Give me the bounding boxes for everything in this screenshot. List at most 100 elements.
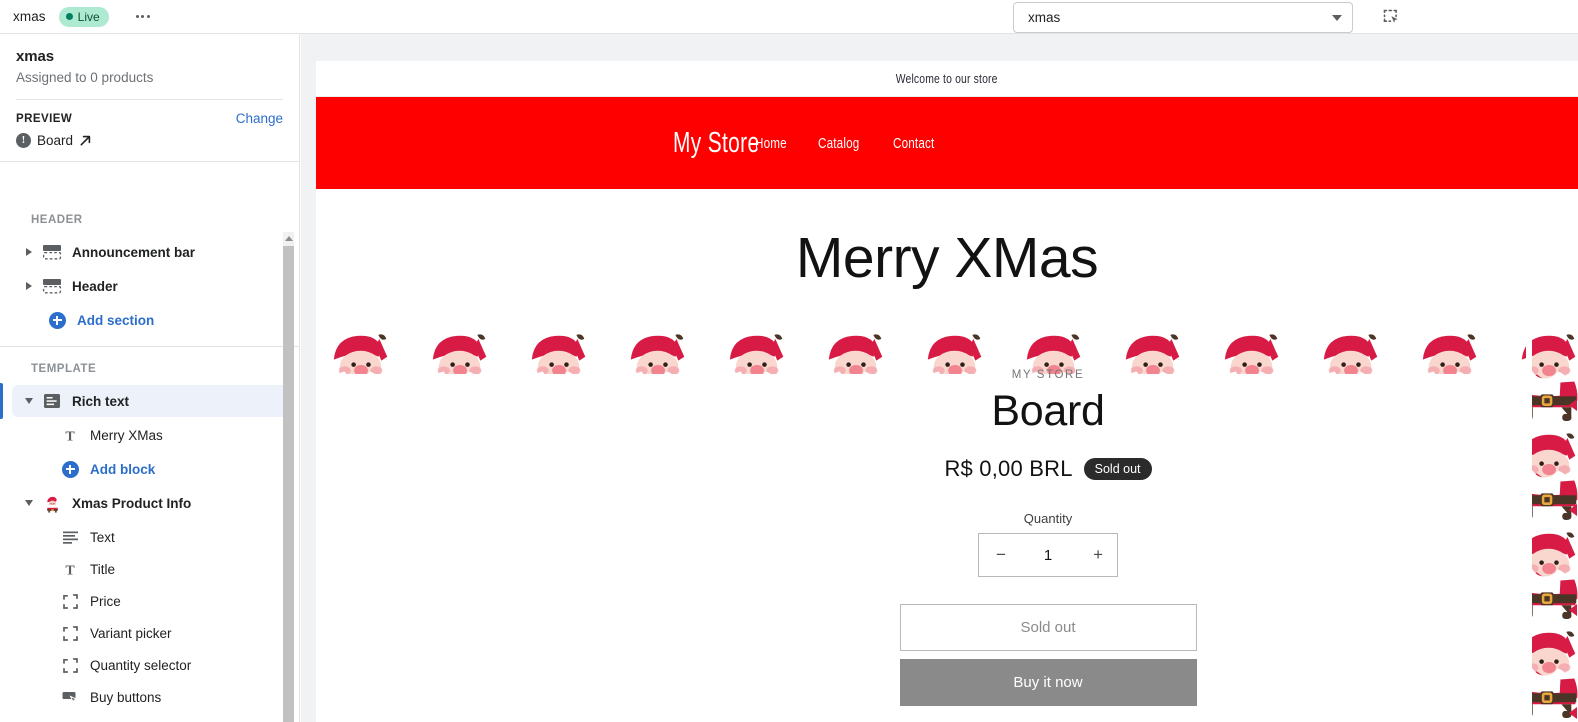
sidebar-item-header[interactable]: Header (12, 270, 288, 302)
chevron-right-icon[interactable] (22, 279, 36, 293)
add-section-button[interactable]: Add section (12, 304, 288, 336)
product-info: MY STORE Board R$ 0,00 BRL Sold out Quan… (633, 369, 1463, 706)
add-to-cart-button[interactable]: Sold out (899, 604, 1197, 651)
chevron-right-icon[interactable] (22, 245, 36, 259)
paragraph-icon (59, 528, 81, 546)
sidebar-item-label: Buy buttons (90, 689, 162, 705)
preview-stage: Welcome to our store My Store Home Catal… (301, 34, 1578, 722)
sidebar-scrollbar-thumb[interactable] (283, 246, 294, 722)
preview-section: PREVIEW Change ! Board (0, 100, 299, 148)
group-label-template: TEMPLATE (31, 363, 97, 375)
text-block-icon: T (59, 560, 81, 578)
santa-icon (415, 624, 514, 722)
santa-edge-marker (1569, 399, 1577, 411)
sidebar-item-label: Quantity selector (90, 657, 192, 673)
text-block-icon: T (59, 426, 81, 444)
chevron-down-icon[interactable] (22, 394, 36, 408)
sidebar-item-xmas-product-info[interactable]: Xmas Product Info (12, 487, 288, 519)
placeholder-icon (59, 624, 81, 642)
section-tree: HEADER Announcement bar Header Add secti… (0, 198, 299, 722)
sidebar-item-label: Announcement bar (72, 244, 196, 260)
sidebar-item-label: Rich text (72, 393, 130, 409)
santa-icon (316, 525, 415, 624)
announcement-bar[interactable]: Welcome to our store (316, 61, 1578, 97)
sidebar-block-description[interactable]: Description (12, 713, 288, 722)
warning-icon: ! (16, 133, 31, 148)
status-badge: Live (58, 6, 109, 27)
santa-icon (514, 624, 613, 722)
price-row: R$ 0,00 BRL Sold out (633, 456, 1463, 482)
quantity-decrement-button[interactable]: − (993, 545, 1009, 565)
quantity-stepper[interactable]: − 1 + (978, 533, 1118, 577)
buy-it-now-button[interactable]: Buy it now (899, 659, 1197, 706)
more-actions-button[interactable] (129, 5, 157, 29)
sidebar-item-rich-text[interactable]: Rich text (0, 383, 288, 419)
santa-icon (514, 327, 613, 426)
santa-icon (41, 494, 63, 513)
button-icon (59, 688, 81, 706)
preview-label: PREVIEW (16, 112, 73, 125)
scroll-up-button[interactable] (283, 232, 294, 245)
quantity-increment-button[interactable]: + (1087, 545, 1103, 565)
group-label-header: HEADER (31, 214, 83, 226)
template-selector[interactable]: xmas (1013, 2, 1353, 33)
status-badge-label: Live (77, 9, 100, 24)
santa-edge-marker (1569, 707, 1577, 719)
change-preview-link[interactable]: Change (236, 111, 283, 126)
add-block-button-rich-text[interactable]: Add block (12, 453, 288, 485)
sidebar-block-buy-buttons[interactable]: Buy buttons (12, 681, 288, 713)
top-bar: xmas Live xmas (0, 0, 1578, 34)
sidebar-item-label: Xmas Product Info (72, 495, 192, 511)
sidebar-item-label: Text (90, 529, 115, 545)
sidebar: xmas Assigned to 0 products PREVIEW Chan… (0, 34, 300, 722)
sidebar-block-price[interactable]: Price (12, 585, 288, 617)
sidebar-item-label: Title (90, 561, 116, 577)
dot-icon (146, 15, 150, 18)
chevron-down-icon[interactable] (22, 496, 36, 510)
santa-icon (316, 426, 415, 525)
santa-icon (514, 426, 613, 525)
dot-icon (141, 15, 145, 18)
placeholder-icon (59, 656, 81, 674)
santa-edge-marker (1569, 604, 1577, 616)
nav-link-catalog[interactable]: Catalog (818, 135, 859, 152)
sidebar-block-merry-xmas[interactable]: T Merry XMas (12, 419, 288, 451)
sidebar-block-variant-picker[interactable]: Variant picker (12, 617, 288, 649)
preview-page-row[interactable]: ! Board (16, 133, 283, 148)
section-icon (41, 243, 63, 261)
sidebar-item-label: Merry XMas (90, 427, 163, 443)
plus-icon (59, 460, 81, 478)
store-logo[interactable]: My Store (673, 127, 759, 160)
select-region-icon (1383, 9, 1398, 23)
product-section: MY STORE Board R$ 0,00 BRL Sold out Quan… (316, 327, 1578, 722)
template-selector-value: xmas (1028, 10, 1061, 25)
nav-link-contact[interactable]: Contact (893, 135, 934, 152)
sidebar-item-label: Price (90, 593, 121, 609)
sidebar-item-label: Header (72, 278, 118, 294)
nav-link-home[interactable]: Home (755, 135, 787, 152)
santa-icon (1504, 327, 1578, 426)
sidebar-header: xmas Assigned to 0 products (0, 34, 299, 85)
select-region-button[interactable] (1378, 5, 1404, 29)
announcement-text: Welcome to our store (896, 71, 998, 86)
sidebar-item-announcement-bar[interactable]: Announcement bar (12, 236, 288, 268)
santa-icon (316, 327, 415, 426)
product-vendor: MY STORE (1011, 369, 1085, 381)
preview-page-name: Board (37, 133, 74, 148)
status-dot-icon (65, 13, 73, 20)
santa-icon (316, 624, 415, 722)
santa-icon (415, 327, 514, 426)
santa-icon (1504, 624, 1578, 722)
product-title: Board (991, 387, 1105, 435)
quantity-input[interactable]: 1 (1044, 547, 1052, 564)
external-link-icon (80, 135, 91, 145)
product-price: R$ 0,00 BRL (944, 456, 1073, 481)
rich-text-section[interactable]: Merry XMas (316, 189, 1578, 327)
sidebar-block-quantity-selector[interactable]: Quantity selector (12, 649, 288, 681)
divider (0, 161, 299, 162)
sidebar-block-title[interactable]: T Title (12, 553, 288, 585)
sidebar-block-text[interactable]: Text (12, 521, 288, 553)
availability-badge: Sold out (1083, 457, 1152, 481)
santa-icon (415, 426, 514, 525)
theme-assignment: Assigned to 0 products (16, 70, 154, 85)
